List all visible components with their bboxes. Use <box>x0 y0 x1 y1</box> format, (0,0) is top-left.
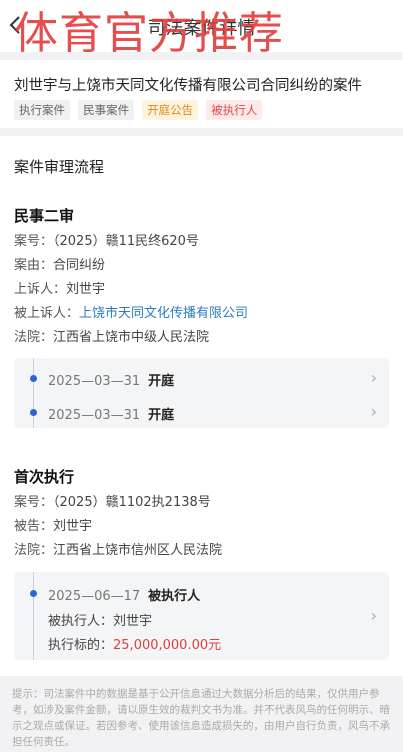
execution-amount: 25,000,000.00元 <box>113 638 222 653</box>
case-cause: 合同纠纷 <box>53 258 106 273</box>
stage-title-first-execution: 首次执行 <box>14 468 75 486</box>
event-date: 2025—03—31 <box>48 408 141 423</box>
section-title: 案件审理流程 <box>14 158 105 176</box>
timeline-second-instance: 2025—03—31 开庭 › 2025—03—31 开庭 › <box>14 358 389 428</box>
timeline-dot <box>30 590 37 597</box>
case-number: （2025）赣11民终620号 <box>53 234 199 249</box>
case-number-row: 案号：（2025）赣1102执2138号 <box>14 491 211 510</box>
field-label: 法院： <box>14 543 54 558</box>
stage-title-second-instance: 民事二审 <box>14 207 75 225</box>
field-label: 执行标的： <box>48 638 114 653</box>
defendant-row: 被告：刘世宇 <box>14 515 92 534</box>
event-type: 被执行人 <box>148 589 201 604</box>
timeline-event: 2025—06—17 被执行人 <box>48 585 200 604</box>
field-label: 被执行人： <box>48 614 114 629</box>
amount-row: 执行标的：25,000,000.00元 <box>48 634 221 653</box>
case-tags: 执行案件 民事案件 开庭公告 被执行人 <box>14 99 265 120</box>
court: 江西省上饶市信州区人民法院 <box>53 543 223 558</box>
field-label: 被上诉人： <box>14 306 80 321</box>
overlay-caption: 体育官方推荐 <box>14 8 284 59</box>
tag-execution-case[interactable]: 执行案件 <box>14 100 70 120</box>
debtor-name: 刘世宇 <box>113 614 153 629</box>
field-label: 法院： <box>14 330 54 345</box>
field-label: 被告： <box>14 519 54 534</box>
appellant-row: 上诉人：刘世宇 <box>14 278 105 297</box>
field-label: 案号： <box>14 234 54 249</box>
event-date: 2025—03—31 <box>48 374 141 389</box>
field-label: 案号： <box>14 495 54 510</box>
court: 江西省上饶市中级人民法院 <box>53 330 210 345</box>
timeline-event[interactable]: 2025—03—31 开庭 <box>48 370 174 389</box>
appellant: 刘世宇 <box>66 282 106 297</box>
timeline-dot <box>30 375 37 382</box>
timeline-line <box>33 572 34 660</box>
disclaimer-notice: 提示：司法案件中的数据是基于公开信息通过大数据分析后的结果，仅供用户参考，如涉及… <box>12 688 390 748</box>
case-number-row: 案号：（2025）赣11民终620号 <box>14 230 199 249</box>
chevron-right-icon[interactable]: › <box>371 606 377 625</box>
tag-civil-case[interactable]: 民事案件 <box>78 100 135 120</box>
appellee-row: 被上诉人：上饶市天同文化传播有限公司 <box>14 302 248 321</box>
event-date: 2025—06—17 <box>48 589 141 604</box>
event-type: 开庭 <box>148 374 175 389</box>
tag-hearing-notice[interactable]: 开庭公告 <box>142 100 199 120</box>
timeline-event[interactable]: 2025—03—31 开庭 <box>48 404 174 423</box>
event-type: 开庭 <box>148 408 175 423</box>
court-row: 法院：江西省上饶市中级人民法院 <box>14 326 209 345</box>
chevron-right-icon[interactable]: › <box>371 368 377 387</box>
timeline-line <box>33 358 34 428</box>
field-label: 案由： <box>14 258 54 273</box>
case-number: （2025）赣1102执2138号 <box>53 495 211 510</box>
chevron-right-icon[interactable]: › <box>371 402 377 421</box>
court-row: 法院：江西省上饶市信州区人民法院 <box>14 539 222 558</box>
debtor-row: 被执行人：刘世宇 <box>48 610 152 629</box>
tag-judgment-debtor[interactable]: 被执行人 <box>206 100 263 120</box>
defendant: 刘世宇 <box>53 519 93 534</box>
appellee-link[interactable]: 上饶市天同文化传播有限公司 <box>79 306 248 321</box>
case-cause-row: 案由：合同纠纷 <box>14 254 105 273</box>
case-title: 刘世宇与上饶市天同文化传播有限公司合同纠纷的案件 <box>14 78 362 94</box>
timeline-execution[interactable]: 2025—06—17 被执行人 被执行人：刘世宇 执行标的：25,000,000.… <box>14 572 389 660</box>
timeline-dot <box>30 409 37 416</box>
field-label: 上诉人： <box>14 282 67 297</box>
